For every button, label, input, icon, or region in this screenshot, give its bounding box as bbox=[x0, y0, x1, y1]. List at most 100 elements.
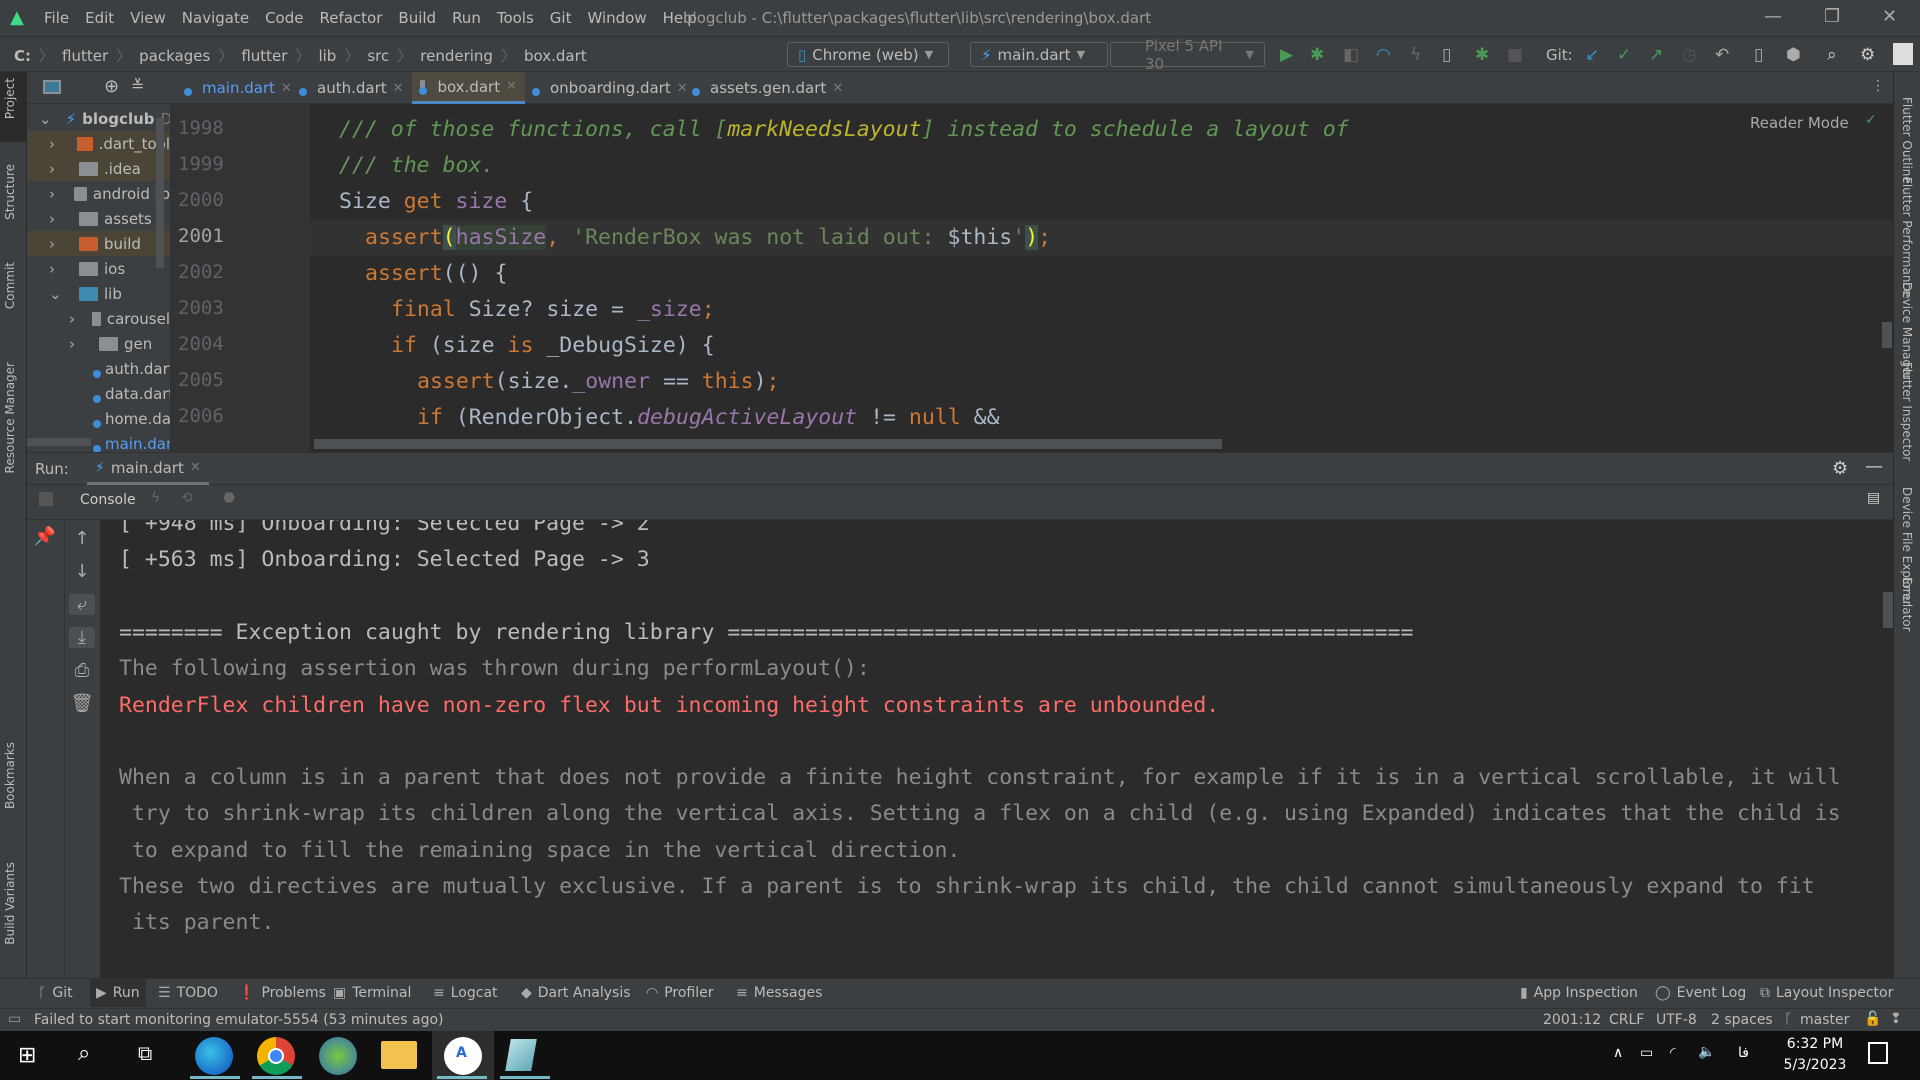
breadcrumb-item[interactable]: flutter bbox=[241, 47, 287, 65]
menu-file[interactable]: File bbox=[44, 9, 69, 27]
menu-tools[interactable]: Tools bbox=[497, 9, 534, 27]
file-encoding[interactable]: UTF-8 bbox=[1656, 1012, 1697, 1028]
console-output[interactable]: [ +948 ms] Onboarding: Selected Page -> … bbox=[100, 520, 1893, 978]
breadcrumb-item[interactable]: C: bbox=[14, 47, 31, 65]
breadcrumb-item[interactable]: packages bbox=[139, 47, 210, 65]
code-line[interactable]: if (size is _DebugSize) { bbox=[339, 328, 715, 364]
attach-debugger-icon[interactable]: ✱ bbox=[1475, 45, 1489, 65]
file-explorer-icon[interactable] bbox=[381, 1041, 417, 1069]
run-config-selector[interactable]: ⚡ main.dart ▼ bbox=[970, 42, 1108, 67]
input-language[interactable]: فا bbox=[1738, 1045, 1749, 1061]
menu-git[interactable]: Git bbox=[550, 9, 572, 27]
hot-reload-icon[interactable]: ϟ bbox=[1410, 45, 1421, 65]
tool-tab-layout-inspector[interactable]: ⧉ Layout Inspector bbox=[1760, 985, 1893, 1001]
tool-tab-profiler[interactable]: ◠ Profiler bbox=[646, 985, 714, 1001]
tree-scrollbar[interactable] bbox=[156, 118, 164, 268]
build-variants-tool-tab[interactable]: Build Variants bbox=[3, 862, 17, 945]
menu-navigate[interactable]: Navigate bbox=[182, 9, 249, 27]
rollback-icon[interactable]: ↶ bbox=[1715, 45, 1729, 65]
close-icon[interactable]: ✕ bbox=[506, 79, 517, 94]
run-tab-main[interactable]: ⚡ main.dart ✕ bbox=[87, 453, 209, 485]
code-line[interactable]: /// of those functions, call [markNeedsL… bbox=[339, 112, 1349, 148]
maximize-button[interactable]: ❐ bbox=[1824, 6, 1840, 27]
action-center-icon[interactable] bbox=[1868, 1042, 1888, 1064]
code-line[interactable]: Size get size { bbox=[339, 184, 533, 220]
pin-icon[interactable]: 📌 bbox=[32, 526, 58, 547]
windows-start-icon[interactable]: ⊞ bbox=[18, 1043, 36, 1068]
menu-run[interactable]: Run bbox=[452, 9, 481, 27]
code-line[interactable]: assert(hasSize, 'RenderBox was not laid … bbox=[339, 220, 1051, 256]
tool-tab-event-log[interactable]: ◯ Event Log bbox=[1655, 985, 1746, 1001]
tree-item[interactable]: › android [b bbox=[27, 181, 170, 206]
git-push-icon[interactable]: ↗ bbox=[1649, 45, 1663, 65]
commit-tool-tab[interactable]: Commit bbox=[3, 262, 17, 309]
chrome-icon[interactable] bbox=[257, 1037, 295, 1075]
lock-icon[interactable]: 🔓 bbox=[1864, 1011, 1881, 1027]
breadcrumb-item[interactable]: rendering bbox=[420, 47, 493, 65]
clock-date[interactable]: 5/3/2023 bbox=[1780, 1057, 1850, 1073]
stop-icon[interactable] bbox=[39, 492, 53, 506]
tool-tab-logcat[interactable]: ≡ Logcat bbox=[433, 985, 498, 1001]
run-icon[interactable]: ▶ bbox=[1280, 45, 1293, 65]
flutter-outline-tool-tab[interactable]: Flutter Outline bbox=[1900, 97, 1914, 184]
menu-refactor[interactable]: Refactor bbox=[319, 9, 382, 27]
device-selector[interactable]: ▯ Chrome (web) ▼ bbox=[787, 42, 949, 67]
tree-item[interactable]: › build bbox=[27, 231, 170, 256]
caret-position[interactable]: 2001:12 bbox=[1543, 1012, 1601, 1028]
notepad-icon[interactable] bbox=[505, 1039, 537, 1071]
tool-tab-run[interactable]: ▶ Run bbox=[90, 979, 146, 1007]
chevron-right-icon[interactable]: › bbox=[49, 210, 63, 228]
flutter-performance-tool-tab[interactable]: Flutter Performance bbox=[1900, 177, 1914, 296]
tool-tab-dart-analysis[interactable]: ◆ Dart Analysis bbox=[521, 985, 631, 1001]
tool-tab-app-inspection[interactable]: ▮ App Inspection bbox=[1520, 985, 1638, 1001]
code-line[interactable]: /// the box. bbox=[339, 148, 494, 184]
show-hidden-icons[interactable]: ∧ bbox=[1613, 1045, 1623, 1061]
breadcrumb-item[interactable]: src bbox=[367, 47, 389, 65]
close-icon[interactable]: ✕ bbox=[832, 81, 843, 96]
collapse-all-icon[interactable]: ≚ bbox=[131, 76, 144, 95]
scroll-to-end-icon[interactable]: ⤓ bbox=[69, 627, 95, 648]
editor-scrollbar[interactable] bbox=[1882, 322, 1892, 348]
code-editor[interactable]: 1998 1999 2000 2001 2002 2003 2004 2005 2006 ///… bbox=[170, 104, 1893, 452]
tool-tab-problems[interactable]: ❗ Problems bbox=[238, 985, 326, 1001]
devtools-icon[interactable]: ⬣ bbox=[223, 490, 235, 506]
git-commit-icon[interactable]: ✓ bbox=[1617, 45, 1631, 65]
hot-reload-icon[interactable]: ϟ bbox=[151, 490, 160, 506]
tool-tab-messages[interactable]: ≡ Messages bbox=[736, 985, 822, 1001]
hot-restart-icon[interactable]: ▯ bbox=[1442, 45, 1451, 65]
chevron-right-icon[interactable]: › bbox=[49, 185, 58, 203]
git-branch[interactable]: master bbox=[1800, 1012, 1849, 1028]
emulator-tool-tab[interactable]: Emulator bbox=[1900, 577, 1914, 632]
search-icon[interactable]: ⌕ bbox=[78, 1041, 90, 1066]
code-line[interactable]: assert(() { bbox=[339, 256, 507, 292]
breadcrumb-item[interactable]: lib bbox=[318, 47, 336, 65]
stop-icon[interactable]: ■ bbox=[1507, 45, 1523, 65]
tree-root[interactable]: ⌄ ⚡ blogclub D:\ bbox=[27, 106, 170, 131]
sdk-manager-icon[interactable]: ⬢ bbox=[1786, 45, 1801, 65]
gear-icon[interactable]: ⚙ bbox=[1860, 45, 1875, 65]
print-icon[interactable]: ⎙ bbox=[69, 660, 95, 681]
chevron-right-icon[interactable]: › bbox=[49, 260, 63, 278]
flutter-inspector-tool-tab[interactable]: Flutter Inspector bbox=[1900, 362, 1914, 461]
editor-tab-auth-dart[interactable]: auth.dart ✕ bbox=[297, 72, 407, 104]
tree-item[interactable]: data.dart bbox=[27, 381, 170, 406]
soft-wrap-icon[interactable]: ⤶ bbox=[69, 594, 95, 615]
download-manager-icon[interactable] bbox=[319, 1037, 357, 1075]
menu-view[interactable]: View bbox=[130, 9, 166, 27]
close-icon[interactable]: ✕ bbox=[190, 460, 201, 475]
trash-icon[interactable]: 🗑 bbox=[69, 693, 95, 714]
battery-icon[interactable]: ▭ bbox=[1640, 1045, 1653, 1061]
history-icon[interactable]: ◷ bbox=[1682, 45, 1697, 65]
menu-edit[interactable]: Edit bbox=[85, 9, 114, 27]
clock-time[interactable]: 6:32 PM bbox=[1780, 1036, 1850, 1052]
console-tab[interactable]: Console bbox=[80, 492, 136, 508]
volume-icon[interactable]: 🔈 bbox=[1698, 1044, 1715, 1060]
arrow-down-icon[interactable]: ↓ bbox=[69, 561, 95, 582]
indent-setting[interactable]: 2 spaces bbox=[1711, 1012, 1773, 1028]
tool-tab-todo[interactable]: ☰ TODO bbox=[158, 985, 218, 1001]
tree-item[interactable]: › gen bbox=[27, 331, 170, 356]
structure-tool-tab[interactable]: Structure bbox=[3, 164, 17, 220]
menu-build[interactable]: Build bbox=[398, 9, 436, 27]
debug-icon[interactable]: ✱ bbox=[1310, 45, 1324, 65]
reader-mode-button[interactable]: Reader Mode bbox=[1750, 114, 1849, 132]
